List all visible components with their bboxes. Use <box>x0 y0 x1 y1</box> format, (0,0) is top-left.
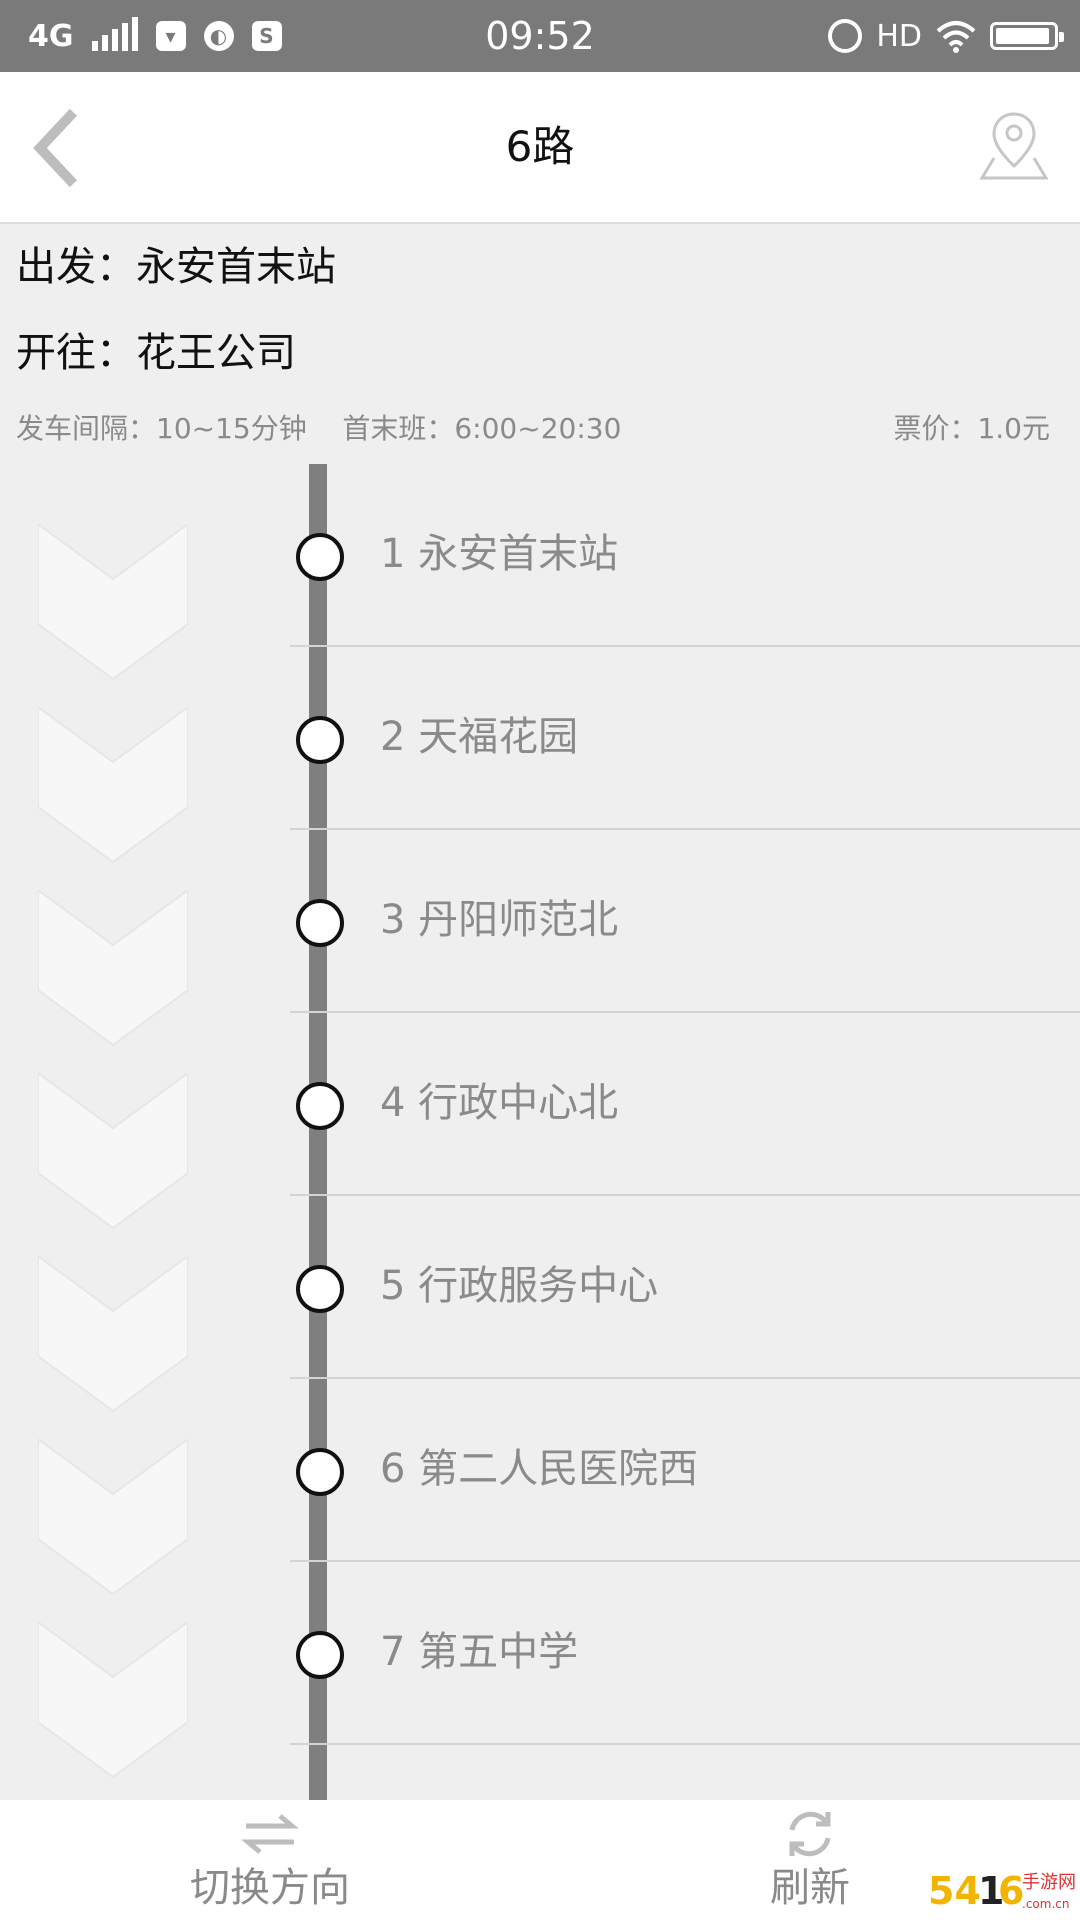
svg-text:.com.cn: .com.cn <box>1022 1897 1069 1911</box>
wifi-icon <box>936 21 976 53</box>
stop-row[interactable]: 3 丹阳师范北 <box>0 830 1080 1013</box>
svg-text:6: 6 <box>998 1869 1024 1913</box>
stop-marker <box>296 1265 344 1313</box>
stop-marker <box>296 1082 344 1130</box>
refresh-button[interactable]: 刷新 <box>690 1800 930 1920</box>
page-title: 6路 <box>505 122 575 171</box>
watermark-logo: 54 1 6 手游网 .com.cn <box>928 1869 1076 1913</box>
stop-label: 1 永安首末站 <box>380 531 619 577</box>
route-meta: 发车间隔：10~15分钟 首末班：6:00~20:30 票价：1.0元 <box>16 404 1050 454</box>
bottom-bar: 切换方向 刷新 <box>0 1800 1080 1920</box>
stop-row[interactable]: 6 第二人民医院西 <box>0 1379 1080 1562</box>
switch-direction-button[interactable]: 切换方向 <box>150 1800 390 1920</box>
refresh-icon <box>789 1811 831 1857</box>
departure-station: 出发：永安首末站 <box>16 244 336 290</box>
departure-interval: 发车间隔：10~15分钟 <box>16 412 307 445</box>
stop-label: 5 行政服务中心 <box>380 1263 659 1309</box>
svg-text:手游网: 手游网 <box>1022 1872 1076 1893</box>
divider <box>290 1743 1080 1745</box>
status-bar: 4G ▾ ◐ S 09:52 HD <box>0 0 1080 72</box>
stop-row[interactable]: 2 天福花园 <box>0 647 1080 830</box>
stop-label: 2 天福花园 <box>380 714 579 760</box>
battery-icon <box>990 22 1064 50</box>
stop-row[interactable]: 1 永安首末站 <box>0 464 1080 647</box>
stop-marker <box>296 533 344 581</box>
switch-direction-label: 切换方向 <box>190 1865 350 1911</box>
status-right: HD <box>828 0 1064 72</box>
alarm-icon <box>828 19 863 53</box>
stop-label: 6 第二人民医院西 <box>380 1446 699 1492</box>
stop-list: 1 永安首末站 2 天福花园 3 丹阳师范北 4 行政中心北 5 行政服务中心 6 第二人… <box>0 464 1080 1800</box>
stop-label: 7 第五中学 <box>380 1629 579 1675</box>
route-info: 出发：永安首末站 开往：花王公司 <box>16 224 1060 396</box>
swap-arrows-icon <box>241 1814 299 1854</box>
destination-station: 开往：花王公司 <box>16 330 296 376</box>
refresh-label: 刷新 <box>770 1865 850 1911</box>
hd-indicator: HD <box>876 18 922 54</box>
fare: 票价：1.0元 <box>893 412 1050 445</box>
stop-marker <box>296 716 344 764</box>
battery-level <box>996 28 1049 44</box>
stop-marker <box>296 1448 344 1496</box>
stop-row[interactable]: 7 第五中学 <box>0 1562 1080 1745</box>
stop-row[interactable]: 4 行政中心北 <box>0 1013 1080 1196</box>
stop-label: 3 丹阳师范北 <box>380 897 619 943</box>
stop-row[interactable]: 5 行政服务中心 <box>0 1196 1080 1379</box>
map-pin-icon[interactable] <box>976 108 1052 184</box>
app-header: 6路 <box>0 72 1080 224</box>
service-hours: 首末班：6:00~20:30 <box>342 412 622 445</box>
svg-text:54: 54 <box>928 1869 981 1913</box>
stop-label: 4 行政中心北 <box>380 1080 619 1126</box>
stop-marker <box>296 899 344 947</box>
stop-marker <box>296 1631 344 1679</box>
